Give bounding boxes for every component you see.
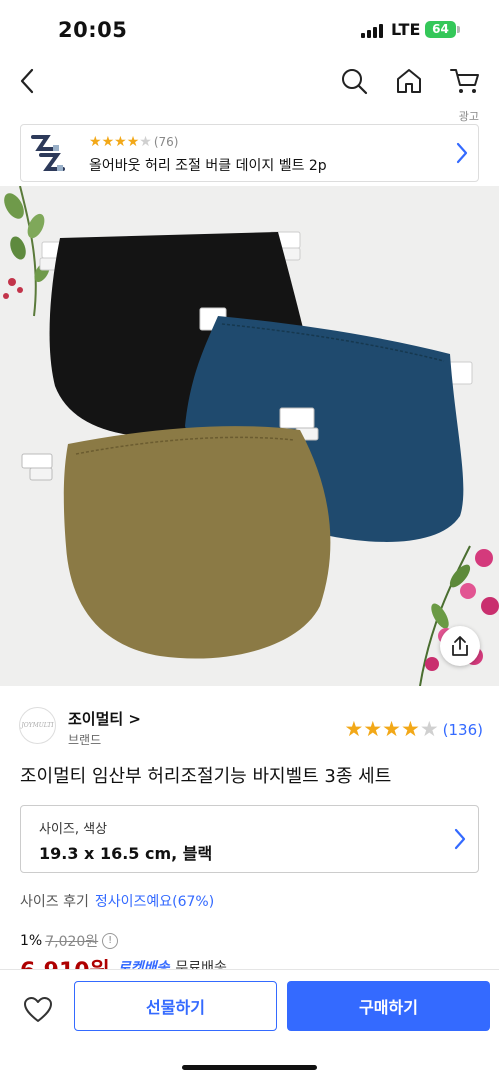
ad-rating: ★ ★ ★ ★ ★ (76) [89, 135, 178, 149]
brand-logo[interactable]: JOYMULTI [19, 707, 56, 744]
chevron-right-icon [456, 142, 468, 164]
size-review-value[interactable]: 정사이즈예요(67%) [95, 894, 214, 910]
review-count-link[interactable]: (136) [443, 721, 483, 739]
star-icon: ★ [101, 134, 115, 150]
star-icon: ★ [114, 134, 127, 150]
cart-icon [450, 69, 479, 93]
battery-icon: 64 [425, 21, 456, 38]
signal-icon [361, 24, 385, 38]
ad-banner[interactable]: ★ ★ ★ ★ ★ (76) 올어바웃 허리 조절 버클 데이지 벨트 2p [20, 124, 479, 182]
battery-tip [457, 26, 460, 33]
discount-row: 1% 7,020원 ! [20, 931, 119, 951]
ad-title: 올어바웃 허리 조절 버클 데이지 벨트 2p [89, 158, 327, 174]
star-icon: ★ [382, 717, 401, 741]
star-icon: ★ [401, 717, 420, 741]
status-bar: 20:05 LTE 64 [0, 0, 499, 56]
ad-thumbnail [31, 135, 65, 171]
brand-name-link[interactable]: 조이멀티 > [68, 708, 141, 729]
network-label: LTE [391, 20, 421, 39]
brand-label: 브랜드 [68, 733, 102, 747]
home-icon [397, 69, 421, 93]
star-icon: ★ [139, 134, 152, 150]
home-indicator[interactable] [182, 1065, 317, 1070]
status-time: 20:05 [58, 18, 128, 42]
star-icon: ★ [363, 717, 383, 741]
product-image[interactable] [0, 186, 499, 686]
share-icon [452, 636, 468, 656]
buy-button[interactable]: 구매하기 [287, 981, 490, 1031]
cart-button[interactable] [448, 64, 482, 98]
original-price: 7,020원 [45, 934, 99, 950]
heart-icon [24, 997, 52, 1022]
search-icon [342, 69, 368, 95]
star-icon: ★ [344, 717, 364, 741]
option-value: 19.3 x 16.5 cm, 블랙 [39, 844, 213, 863]
option-selector[interactable]: 사이즈, 색상 19.3 x 16.5 cm, 블랙 [20, 805, 479, 873]
star-icon: ★ [126, 134, 140, 150]
top-nav [0, 56, 499, 106]
back-button[interactable] [10, 64, 44, 98]
size-review-label: 사이즈 후기 [20, 894, 89, 910]
wishlist-button[interactable] [20, 992, 56, 1028]
size-review[interactable]: 사이즈 후기 정사이즈예요(67%) [20, 891, 214, 911]
star-icon: ★ [419, 717, 439, 741]
home-button[interactable] [392, 64, 426, 98]
product-title: 조이멀티 임산부 허리조절기능 바지벨트 3종 세트 [20, 766, 392, 787]
ad-review-count: (76) [153, 135, 179, 149]
star-icon: ★ [89, 134, 102, 150]
product-photo [0, 186, 499, 686]
discount-rate: 1% [20, 933, 43, 949]
share-button[interactable] [440, 626, 480, 666]
ad-label: 광고 [458, 110, 479, 123]
chevron-right-icon [454, 828, 466, 850]
search-button[interactable] [337, 64, 371, 98]
option-label: 사이즈, 색상 [39, 822, 108, 837]
gift-button[interactable]: 선물하기 [74, 981, 277, 1031]
info-icon[interactable]: ! [102, 933, 119, 949]
back-icon [20, 68, 34, 94]
product-rating[interactable]: ★ ★ ★ ★ ★ (136) [345, 719, 483, 740]
bottom-action-bar: 선물하기 구매하기 [0, 969, 499, 1080]
